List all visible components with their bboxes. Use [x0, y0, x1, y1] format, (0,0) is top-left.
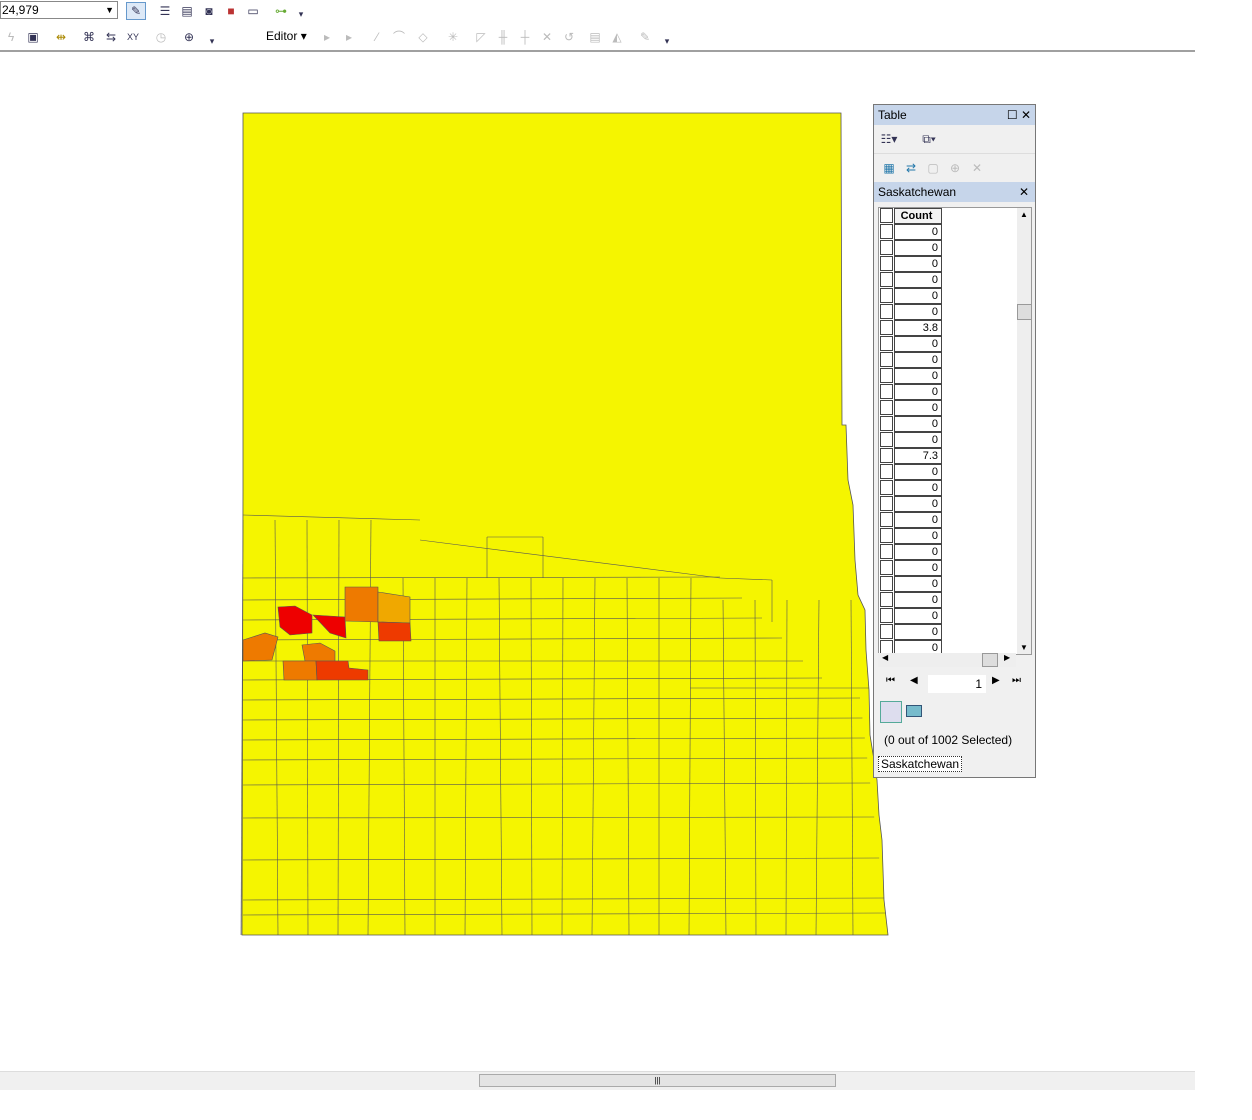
row-selector[interactable]: [880, 272, 893, 287]
row-selector[interactable]: [880, 496, 893, 511]
table-cell-count[interactable]: 0: [894, 224, 942, 240]
row-selector[interactable]: [880, 256, 893, 271]
scroll-left-icon[interactable]: ◀: [882, 653, 888, 662]
row-selector[interactable]: [880, 384, 893, 399]
row-selector[interactable]: [880, 320, 893, 335]
column-header-count[interactable]: Count: [894, 208, 942, 224]
row-selector[interactable]: [880, 608, 893, 623]
row-selector[interactable]: [880, 400, 893, 415]
table-cell-count[interactable]: 0: [894, 544, 942, 560]
table-cell-count[interactable]: 0: [894, 272, 942, 288]
table-cell-count[interactable]: 0: [894, 608, 942, 624]
show-selected-records-icon[interactable]: [906, 705, 922, 717]
scroll-thumb[interactable]: [982, 653, 998, 667]
row-selector[interactable]: [880, 624, 893, 639]
row-selector[interactable]: [880, 336, 893, 351]
selection-status: (0 out of 1002 Selected): [884, 733, 1013, 747]
next-record-icon[interactable]: ▶: [992, 675, 1000, 686]
table-cell-count[interactable]: 0: [894, 464, 942, 480]
row-selector[interactable]: [880, 560, 893, 575]
table-cell-count[interactable]: 0: [894, 304, 942, 320]
table-window-title: Table ☐ ✕: [874, 105, 1035, 125]
table-cell-count[interactable]: 0: [894, 432, 942, 448]
row-selector[interactable]: [880, 576, 893, 591]
row-selector[interactable]: [880, 288, 893, 303]
first-record-icon[interactable]: ⏮: [886, 675, 895, 686]
show-all-records-icon[interactable]: [880, 701, 902, 723]
select-all-cell[interactable]: [880, 208, 893, 223]
row-selector[interactable]: [880, 592, 893, 607]
previous-record-icon[interactable]: ◀: [910, 675, 918, 686]
table-cell-count[interactable]: 0: [894, 288, 942, 304]
table-cell-count[interactable]: 3.8: [894, 320, 942, 336]
row-selector[interactable]: [880, 432, 893, 447]
table-cell-count[interactable]: 0: [894, 256, 942, 272]
vertical-scrollbar[interactable]: ▲ ▼: [1017, 208, 1031, 654]
selection-toolbar: ▦ ⇄ ▢ ⊕ ✕: [874, 154, 1035, 182]
table-cell-count[interactable]: 0: [894, 576, 942, 592]
scroll-right-icon[interactable]: ▶: [1004, 653, 1010, 662]
table-title: Table: [878, 108, 907, 122]
table-cell-count[interactable]: 7.3: [894, 448, 942, 464]
row-selector[interactable]: [880, 224, 893, 239]
scroll-down-icon[interactable]: ▼: [1020, 643, 1028, 652]
row-selector[interactable]: [880, 480, 893, 495]
table-cell-count[interactable]: 0: [894, 624, 942, 640]
table-options-icon[interactable]: ☷▾: [880, 131, 898, 147]
select-by-attributes-icon[interactable]: ▦: [880, 160, 898, 176]
row-selector[interactable]: [880, 448, 893, 463]
table-cell-count[interactable]: 0: [894, 416, 942, 432]
map-horizontal-scrollbar[interactable]: |||: [0, 1071, 1195, 1090]
table-cell-count[interactable]: 0: [894, 368, 942, 384]
scroll-thumb[interactable]: |||: [479, 1074, 836, 1087]
table-cell-count[interactable]: 0: [894, 352, 942, 368]
close-icon[interactable]: ✕: [1019, 182, 1029, 202]
row-selector[interactable]: [880, 512, 893, 527]
row-selector[interactable]: [880, 368, 893, 383]
row-selector[interactable]: [880, 240, 893, 255]
current-record-input[interactable]: 1: [928, 675, 986, 693]
row-selector[interactable]: [880, 464, 893, 479]
table-source-tab[interactable]: Saskatchewan: [878, 756, 963, 772]
table-cell-count[interactable]: 0: [894, 528, 942, 544]
table-cell-count[interactable]: 0: [894, 240, 942, 256]
table-cell-count[interactable]: 0: [894, 384, 942, 400]
last-record-icon[interactable]: ⏭: [1012, 675, 1021, 686]
attribute-table: Count ▲ ▼ 0 0 0 0 0 0 3.8 0 0 0 0 0 0 0 7.3 0 0 0 0 0 0 0 0 0 0 0…: [878, 207, 1032, 655]
table-cell-count[interactable]: 0: [894, 512, 942, 528]
table-toolbar: ☷▾ ⧉▾: [874, 125, 1035, 154]
row-selector[interactable]: [880, 416, 893, 431]
scroll-up-icon[interactable]: ▲: [1020, 210, 1028, 219]
table-cell-count[interactable]: 0: [894, 480, 942, 496]
scroll-thumb[interactable]: [1017, 304, 1031, 320]
table-cell-count[interactable]: 0: [894, 560, 942, 576]
delete-selected-icon: ✕: [971, 161, 983, 175]
related-tables-icon[interactable]: ⧉▾: [920, 131, 938, 147]
row-selector[interactable]: [880, 528, 893, 543]
row-selector[interactable]: [880, 544, 893, 559]
close-icon[interactable]: ✕: [1021, 108, 1031, 122]
maximize-icon[interactable]: ☐: [1007, 108, 1018, 122]
record-navigator: ⏮ ◀ 1 ▶ ⏭: [878, 675, 1030, 695]
table-cell-count[interactable]: 0: [894, 496, 942, 512]
row-selector[interactable]: [880, 304, 893, 319]
horizontal-scrollbar[interactable]: ◀ ▶: [878, 653, 1016, 667]
layer-tab-label: Saskatchewan: [878, 185, 957, 199]
clear-selection-icon: ▢: [927, 161, 939, 175]
table-cell-count[interactable]: 0: [894, 400, 942, 416]
table-cell-count[interactable]: 0: [894, 336, 942, 352]
zoom-to-selected-icon: ⊕: [949, 161, 961, 175]
layer-tab[interactable]: Saskatchewan ✕: [874, 182, 1035, 202]
table-cell-count[interactable]: 0: [894, 592, 942, 608]
switch-selection-icon[interactable]: ⇄: [902, 160, 920, 176]
row-selector[interactable]: [880, 352, 893, 367]
table-window: Table ☐ ✕ ☷▾ ⧉▾ ▦ ⇄ ▢ ⊕ ✕ Saskatchewan ✕ C…: [873, 104, 1036, 778]
